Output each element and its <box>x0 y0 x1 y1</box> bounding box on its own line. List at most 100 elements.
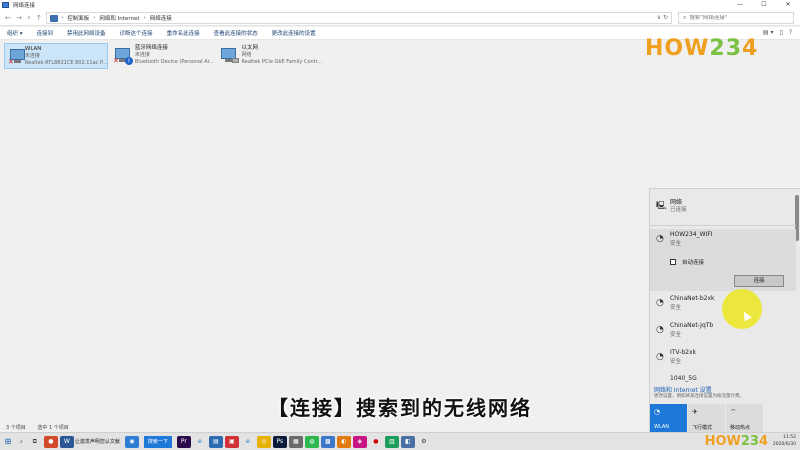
auto-connect-checkbox[interactable] <box>670 259 676 265</box>
address-row: ← → ∨ ↑ › 控制面板 › 网络和 Internet › 网络连接 ∨ ↻… <box>0 10 800 26</box>
wechat-icon[interactable]: ◍ <box>304 435 319 448</box>
network-status: 安全 <box>670 305 682 311</box>
quick-action-label: 飞行模式 <box>692 425 713 431</box>
item-count: 3 个项目 <box>6 425 26 431</box>
address-bar[interactable]: › 控制面板 › 网络和 Internet › 网络连接 ∨ ↻ <box>46 12 672 24</box>
breadcrumb-network-connections[interactable]: 网络连接 <box>150 14 172 22</box>
network-name: 1040_5G <box>670 375 697 382</box>
network-name: ChinaNet-b2xk <box>670 295 715 302</box>
refresh-icon[interactable]: ∨ ↻ <box>657 14 668 21</box>
connected-network[interactable]: 🖳 网络 已连接 <box>650 195 796 221</box>
quick-action-label: WLAN <box>654 424 670 430</box>
wifi-signal-icon: ◔ <box>656 298 664 308</box>
start-windows-icon[interactable]: ⊞ <box>0 437 16 446</box>
app-icon[interactable]: W <box>59 435 74 448</box>
app-icon[interactable]: ◈ <box>352 435 367 448</box>
wifi-network-chinanet-jqtb[interactable]: ◔ ChinaNet-JqTb 安全 <box>650 320 796 346</box>
settings-gear-icon[interactable]: ⚙ <box>417 436 431 448</box>
video-subtitle: 【连接】搜索到的无线网络 <box>268 396 532 420</box>
search-input[interactable] <box>689 15 790 21</box>
premiere-icon[interactable]: Pr <box>176 435 191 448</box>
taskbar-search[interactable]: ⌕ <box>16 436 27 448</box>
network-adapter-icon: ✕ ᛒ <box>113 46 133 66</box>
network-name: ITV-b2xk <box>670 349 697 356</box>
system-tray-clock[interactable]: 11:52 2020/6/30 <box>773 434 796 450</box>
app-icon[interactable]: ◉ <box>124 435 139 448</box>
close-button[interactable]: ✕ <box>776 0 800 10</box>
network-name: HOW234_WIFI <box>670 231 713 238</box>
adapter-bluetooth[interactable]: ✕ ᛒ 蓝牙网络连接 未连接 Bluetooth Device (Persona… <box>110 43 214 69</box>
window-controls: — ☐ ✕ <box>728 0 800 10</box>
wifi-signal-icon: ◔ <box>656 234 664 244</box>
change-settings-command[interactable]: 更改此连接的设置 <box>272 29 316 37</box>
organize-menu[interactable]: 组织 ▾ <box>7 29 23 37</box>
ie-icon[interactable]: e <box>241 436 255 448</box>
wifi-network-how234[interactable]: ◔ HOW234_WIFI 安全 自动连接 连接 <box>650 229 796 329</box>
bluetooth-icon: ᛒ <box>125 57 133 65</box>
rename-command[interactable]: 重命名此连接 <box>167 29 200 37</box>
network-status: 安全 <box>670 241 682 247</box>
app-icon[interactable]: ▩ <box>320 435 335 448</box>
app-icon[interactable]: ▤ <box>208 435 223 448</box>
adapter-device: Bluetooth Device (Personal Ar... <box>134 59 214 65</box>
breadcrumb-control-panel[interactable]: 控制面板 <box>67 14 89 22</box>
app-icon[interactable]: ◐ <box>336 435 351 448</box>
adapter-device: Realtek PCIe GbE Family Contr... <box>241 59 322 65</box>
how234-logo: HOW234 <box>645 36 759 61</box>
view-options-icon[interactable]: ▤ ▾ <box>763 29 774 36</box>
app-icon[interactable]: ● <box>43 435 58 448</box>
maximize-button[interactable]: ☐ <box>752 0 776 10</box>
auto-connect-option[interactable]: 自动连接 <box>670 258 704 266</box>
chrome-icon[interactable]: ◎ <box>256 435 271 448</box>
disable-device-command[interactable]: 禁用此网络设备 <box>67 29 106 37</box>
adapter-wlan[interactable]: ✕ WLAN 未连接 Realtek RTL8821CE 802.11ac P.… <box>4 43 108 69</box>
ethernet-icon: 🖳 <box>656 201 667 210</box>
auto-connect-label: 自动连接 <box>682 260 705 266</box>
search-icon: ⌕ <box>683 14 687 21</box>
wifi-network-itv-b2xk[interactable]: ◔ ITV-b2xk 安全 <box>650 347 796 373</box>
record-icon[interactable]: ● <box>369 436 383 448</box>
adapter-ethernet[interactable]: 以太网 网络 Realtek PCIe GbE Family Contr... <box>216 43 322 69</box>
wifi-network-1040-5g[interactable]: 1040_5G <box>650 374 796 384</box>
clock-date: 2020/6/30 <box>772 442 796 447</box>
wifi-signal-icon: ◔ <box>656 352 664 362</box>
connect-to-command[interactable]: 连接到 <box>37 29 54 37</box>
app-icon[interactable]: ▣ <box>224 435 239 448</box>
network-folder-icon <box>2 2 9 8</box>
taskbar-search-button[interactable]: 搜索一下 <box>143 435 172 448</box>
network-name: ChinaNet-JqTb <box>670 322 714 329</box>
breadcrumb-network-internet[interactable]: 网络和 Internet <box>99 14 139 22</box>
taskbar: ⊞ ⌕ ⧉ ● W 让激发声明您认文献 ◉ 搜索一下 Pr e ▤ ▣ e ◎ … <box>0 432 800 450</box>
photoshop-icon[interactable]: Ps <box>272 435 287 448</box>
recent-chevron-icon[interactable]: ∨ <box>27 13 31 23</box>
app-icon[interactable]: ▥ <box>384 435 399 448</box>
control-panel-icon <box>50 14 58 22</box>
app-icon[interactable]: ◧ <box>400 435 415 448</box>
quick-action-label: 移动热点 <box>730 425 751 431</box>
adapter-name: 以太网 <box>241 45 259 51</box>
wifi-signal-icon: ◔ <box>656 325 664 335</box>
wifi-network-chinanet-b2xk[interactable]: ◔ ChinaNet-b2xk 安全 <box>650 293 796 319</box>
back-arrow-icon[interactable]: ← <box>5 13 11 23</box>
adapter-device: Realtek RTL8821CE 802.11ac P... <box>24 60 107 66</box>
title-bar: 网络连接 — ☐ ✕ <box>0 0 800 10</box>
diagnose-command[interactable]: 诊断这个连接 <box>120 29 153 37</box>
divider <box>650 225 796 226</box>
task-view-icon[interactable]: ⧉ <box>28 436 42 448</box>
app-icon[interactable]: ▦ <box>288 435 303 448</box>
edge-icon[interactable]: e <box>193 436 207 448</box>
network-status: 安全 <box>670 359 682 365</box>
selected-count: 选中 1 个项目 <box>37 425 69 431</box>
view-status-command[interactable]: 查看此连接的状态 <box>214 29 258 37</box>
adapter-status: 网络 <box>241 52 252 58</box>
minimize-button[interactable]: — <box>728 0 752 10</box>
up-arrow-icon[interactable]: ↑ <box>36 13 42 23</box>
preview-pane-icon[interactable]: ▯ <box>780 29 783 36</box>
clock-time: 11:52 <box>783 435 796 440</box>
help-icon[interactable]: ? <box>789 29 792 36</box>
forward-arrow-icon[interactable]: → <box>16 13 22 23</box>
taskbar-window-title[interactable]: 让激发声明您认文献 <box>75 438 120 445</box>
search-box[interactable]: ⌕ <box>678 12 794 24</box>
disconnected-x-icon: ✕ <box>8 58 14 66</box>
connect-button[interactable]: 连接 <box>734 275 784 287</box>
